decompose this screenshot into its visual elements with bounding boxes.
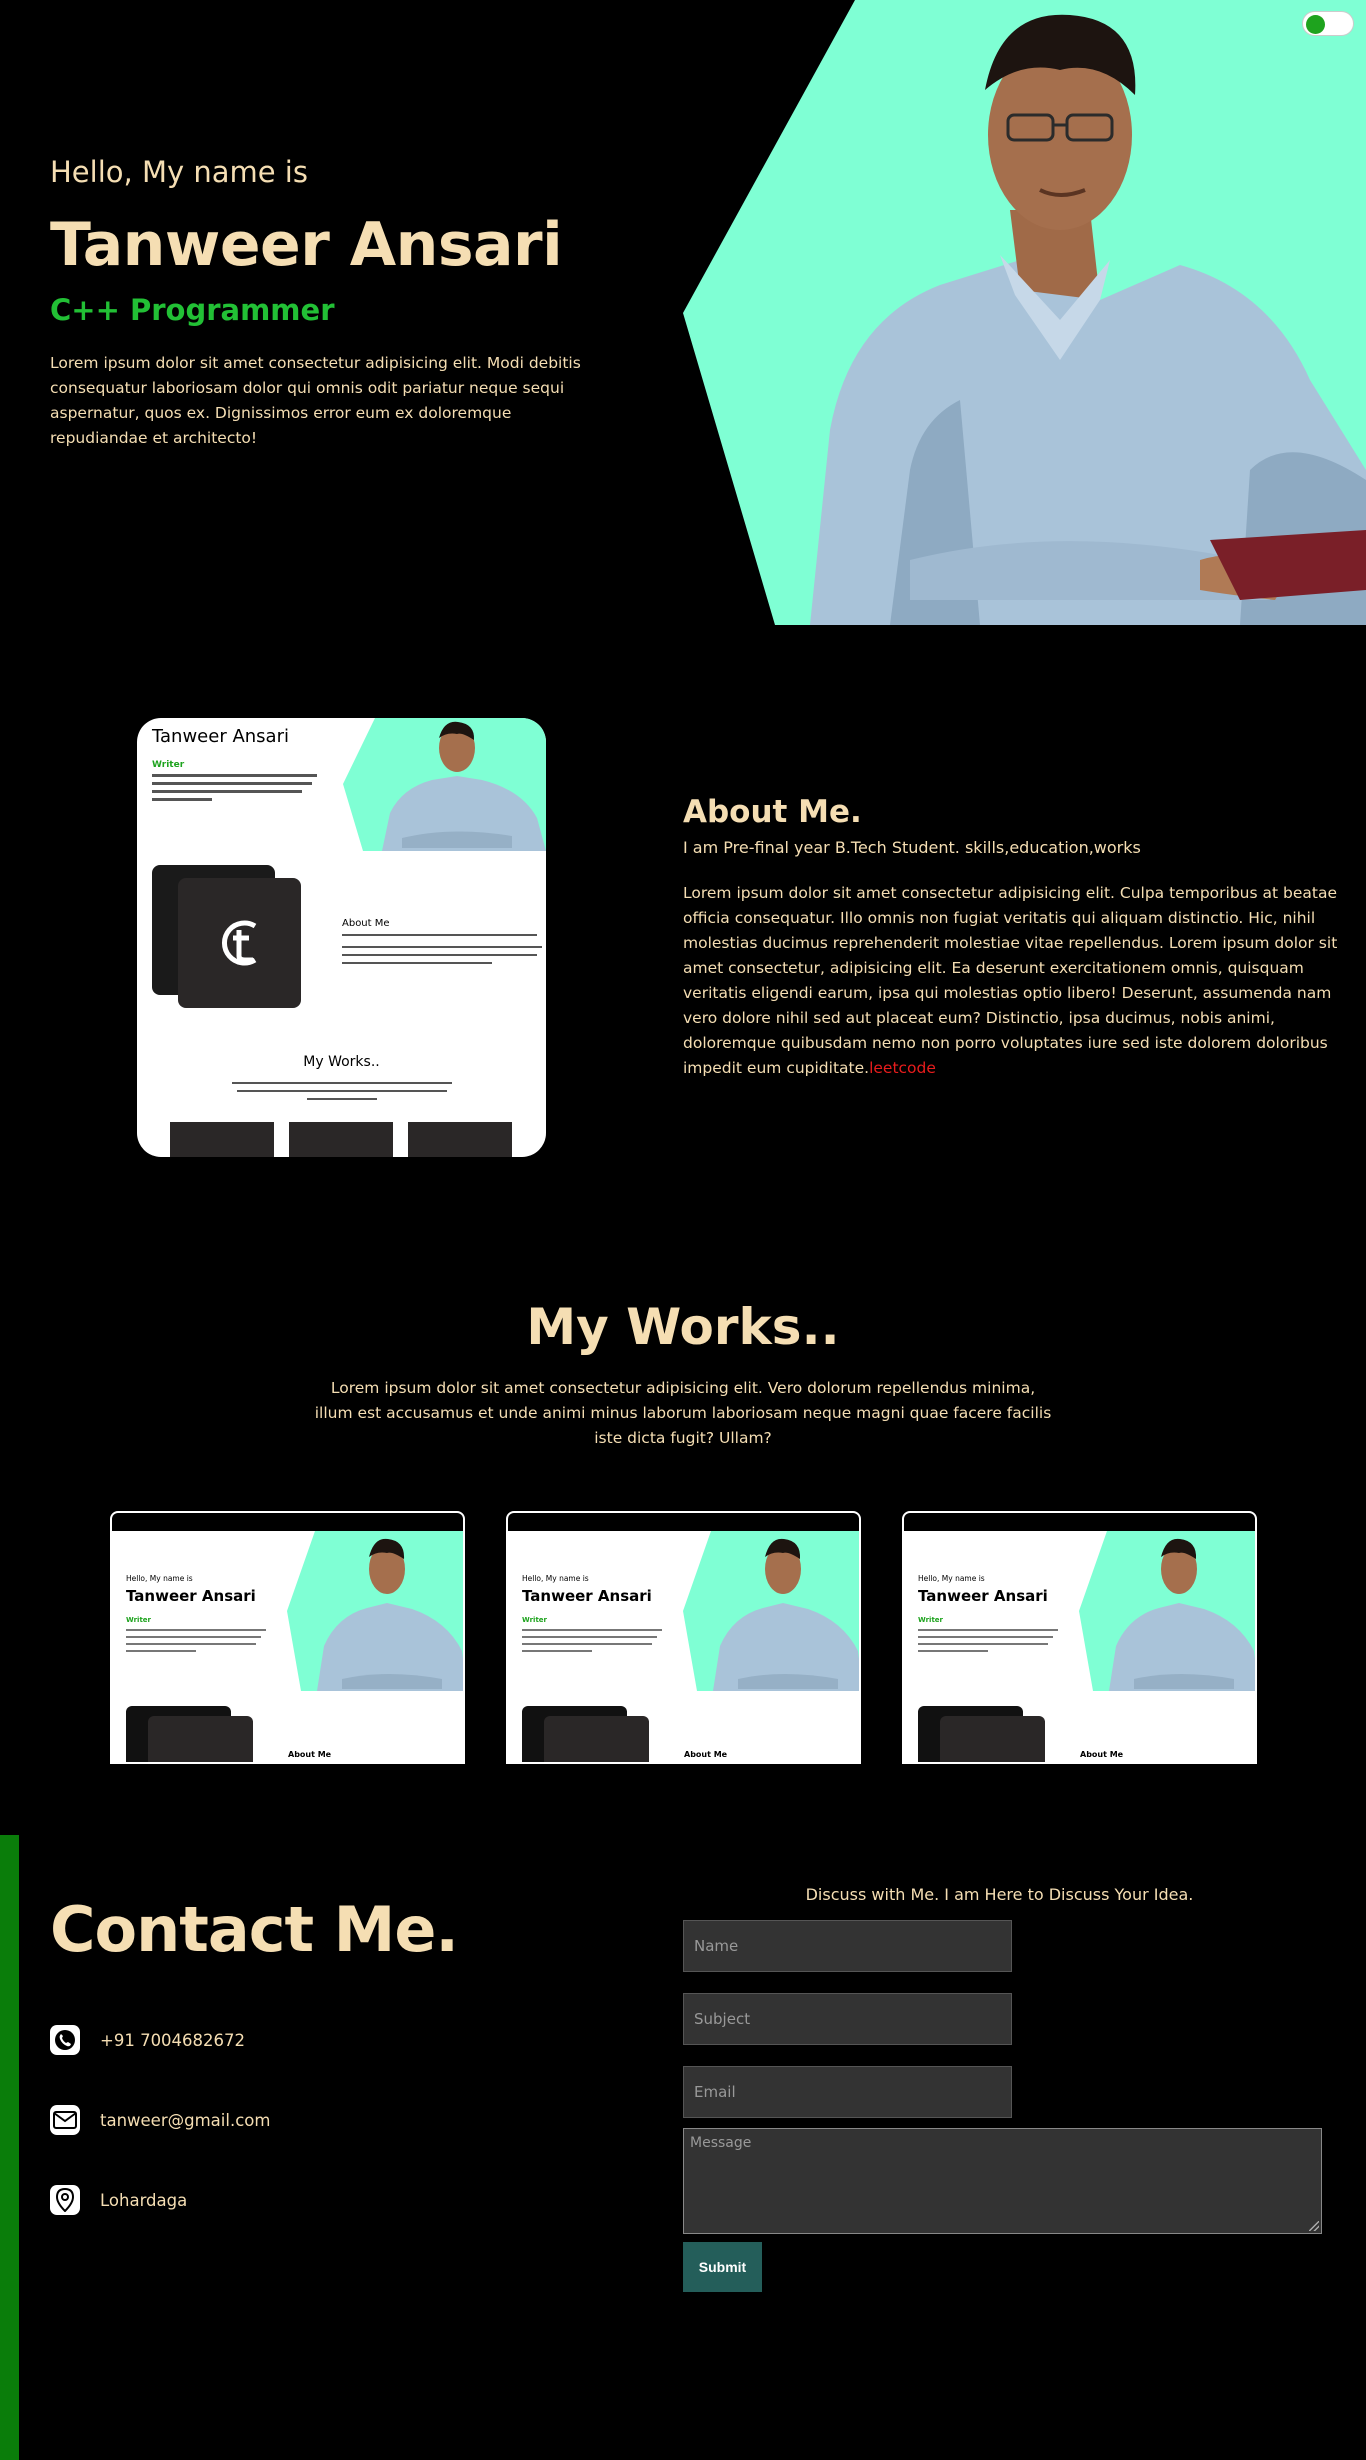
work-card-text-line [126,1643,256,1645]
preview-work-tile [408,1122,512,1157]
work-card-logo-front [544,1716,649,1762]
work-card-logo-front [148,1716,253,1762]
name-input[interactable]: Name [683,1920,1012,1972]
preview-works-label: My Works.. [303,1054,380,1070]
preview-text-line [342,954,537,956]
preview-text-line [342,946,542,948]
work-card-name: Tanweer Ansari [522,1587,652,1605]
contact-location: Lohardaga [50,2185,187,2215]
phone-icon [50,2025,80,2055]
preview-name: Tanweer Ansari [152,726,289,747]
work-card-greeting: Hello, My name is [918,1574,985,1583]
hero-name: Tanweer Ansari [50,210,563,280]
hero-section: Hello, My name is Tanweer Ansari C++ Pro… [0,0,1366,625]
preview-text-line [237,1090,447,1092]
work-card-text-line [522,1636,657,1638]
site-preview-image: Tanweer Ansari Writer About Me My Works.… [137,718,546,1157]
contact-accent-bar [0,1835,19,2460]
preview-text-line [307,1098,377,1100]
resize-grip-icon[interactable] [1309,2221,1319,2231]
preview-text-line [152,782,312,785]
hero-role: C++ Programmer [50,293,335,327]
work-card-about-label: About Me [1080,1750,1124,1759]
email-input[interactable]: Email [683,2066,1012,2118]
work-card[interactable]: Hello, My name is Tanweer Ansari Writer … [110,1511,465,1764]
work-card-greeting: Hello, My name is [522,1574,589,1583]
contact-location-text: Lohardaga [100,2190,188,2210]
about-description: Lorem ipsum dolor sit amet consectetur a… [683,881,1366,1081]
toggle-knob [1306,15,1325,34]
submit-button[interactable]: Submit [683,2242,762,2292]
logo-icon [222,920,257,966]
location-pin-icon [50,2185,80,2215]
message-placeholder: Message [690,2135,752,2151]
work-card-portrait-photo [1109,1538,1255,1691]
preview-text-line [152,774,317,777]
work-card-text-line [126,1629,266,1631]
preview-text-line [152,798,212,801]
work-card-role: Writer [918,1616,943,1624]
work-card-name: Tanweer Ansari [126,1587,256,1605]
work-card-text-line [918,1636,1053,1638]
preview-text-line [152,790,302,793]
leetcode-link[interactable]: leetcode [869,1059,936,1077]
message-textarea[interactable]: Message [683,2128,1322,2234]
preview-text-line [342,934,537,936]
hero-greeting: Hello, My name is [50,155,308,189]
work-card-portrait-photo [317,1538,463,1691]
work-card-role: Writer [522,1616,547,1624]
contact-email-text[interactable]: tanweer@gmail.com [100,2111,270,2130]
preview-text-line [232,1082,452,1084]
works-title: My Works.. [526,1298,840,1356]
work-card-about-label: About Me [684,1750,728,1759]
works-cards: Hello, My name is Tanweer Ansari Writer … [0,1511,1366,1764]
work-card-text-line [522,1650,592,1652]
work-card-name: Tanweer Ansari [918,1587,1048,1605]
work-card-portrait-photo [713,1538,859,1691]
preview-text-line [342,962,492,964]
work-card-logo-front [940,1716,1045,1762]
contact-phone: +91 7004682672 [50,2025,245,2055]
subject-input[interactable]: Subject [683,1993,1012,2045]
works-description: Lorem ipsum dolor sit amet consectetur a… [314,1379,1052,1447]
about-subtitle: I am Pre-final year B.Tech Student. skil… [683,838,1141,857]
hero-description: Lorem ipsum dolor sit amet consectetur a… [50,354,581,447]
work-card[interactable]: Hello, My name is Tanweer Ansari Writer … [902,1511,1257,1764]
work-card-topbar [904,1513,1255,1531]
about-description-text: Lorem ipsum dolor sit amet consectetur a… [683,884,1338,1077]
about-text: About Me. I am Pre-final year B.Tech Stu… [683,794,1366,1081]
work-card-topbar [508,1513,859,1531]
work-card[interactable]: Hello, My name is Tanweer Ansari Writer … [506,1511,861,1764]
work-card-text-line [522,1643,652,1645]
work-card-text-line [126,1636,261,1638]
preview-work-tile [289,1122,393,1157]
work-card-about-label: About Me [288,1750,332,1759]
work-card-text-line [918,1650,988,1652]
preview-logo-card [178,878,301,1008]
work-card-role: Writer [126,1616,151,1624]
contact-title: Contact Me. [50,1893,459,1966]
preview-work-tile [170,1122,274,1157]
about-section: Tanweer Ansari Writer About Me My Works.… [0,718,1366,1158]
preview-role: Writer [152,760,185,770]
work-card-text-line [918,1629,1058,1631]
contact-form-heading: Discuss with Me. I am Here to Discuss Yo… [805,1885,1194,1904]
works-section: My Works.. Lorem ipsum dolor sit amet co… [0,1298,1366,1764]
mail-icon [50,2105,80,2135]
preview-portrait-photo [382,721,546,851]
work-card-text-line [918,1643,1048,1645]
work-card-greeting: Hello, My name is [126,1574,193,1583]
work-card-topbar [112,1513,463,1531]
work-card-text-line [126,1650,196,1652]
portrait-photo [810,14,1366,625]
preview-about-label: About Me [342,918,390,929]
contact-email: tanweer@gmail.com [50,2105,270,2135]
contact-phone-text[interactable]: +91 7004682672 [100,2031,245,2050]
theme-toggle[interactable] [1302,11,1354,36]
about-title: About Me. [683,794,862,830]
contact-section: Contact Me. +91 7004682672 tanweer@gmail… [0,1835,1366,2460]
hero-intro: Hello, My name is Tanweer Ansari C++ Pro… [50,155,610,451]
work-card-text-line [522,1629,662,1631]
